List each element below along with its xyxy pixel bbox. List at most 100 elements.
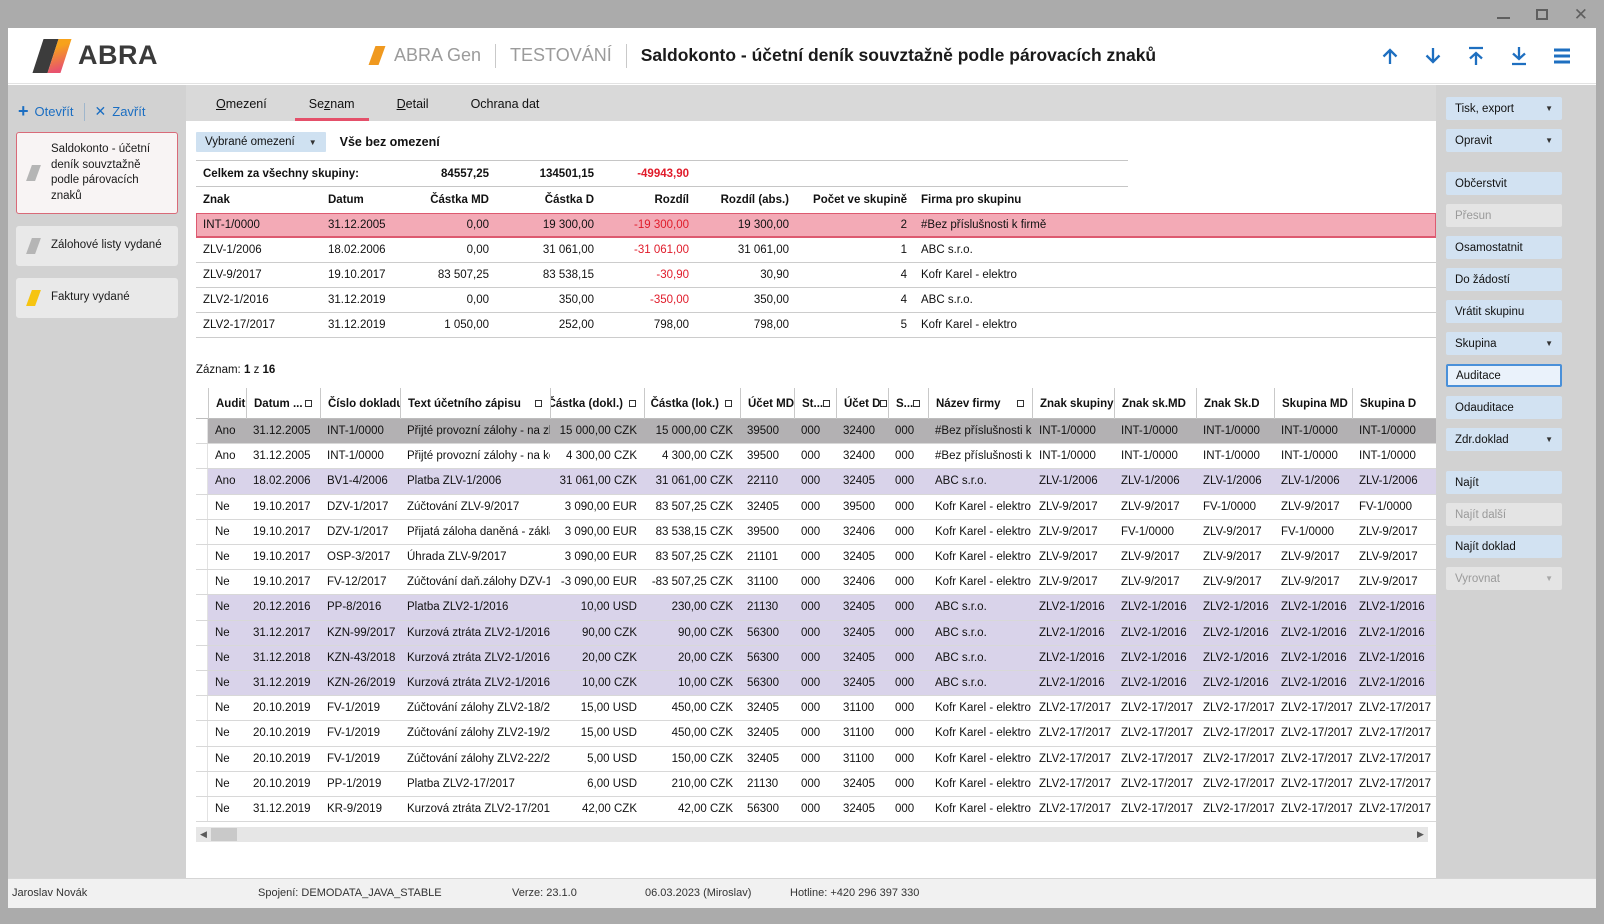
filter-checkbox-icon[interactable] — [913, 400, 920, 407]
close-icon[interactable]: ✕ — [1574, 6, 1588, 23]
column-header-13[interactable]: Znak Sk.D — [1196, 388, 1274, 419]
column-header-10[interactable]: Název firmy — [928, 388, 1032, 419]
journal-row[interactable]: Ne20.10.2019PP-1/2019Platba ZLV2-17/2017… — [196, 772, 1436, 797]
skupina-button[interactable]: Skupina▼ — [1446, 332, 1562, 355]
column-header-5[interactable]: Částka (lok.) — [644, 388, 740, 419]
chevron-down-icon: ▼ — [1545, 136, 1553, 145]
column-header-3[interactable]: Částka D — [496, 187, 601, 213]
arrow-down-icon[interactable] — [1421, 44, 1445, 68]
obcerstvit-button[interactable]: Občerstvit — [1446, 172, 1562, 195]
filter-checkbox-icon[interactable] — [535, 400, 542, 407]
restriction-dropdown[interactable]: Vybrané omezení ▼ — [196, 132, 326, 152]
arrow-up-icon[interactable] — [1378, 44, 1402, 68]
column-header-15[interactable]: Skupina D — [1352, 388, 1436, 419]
journal-row[interactable]: Ano31.12.2005INT-1/0000Přijté provozní z… — [196, 419, 1436, 444]
column-header-2[interactable]: Číslo dokladu — [320, 388, 400, 419]
vyrovnat-button-label: Vyrovnat — [1455, 573, 1500, 585]
row-marker — [196, 419, 208, 443]
column-header-4[interactable]: Částka (dokl.) — [550, 388, 644, 419]
tab-seznam[interactable]: Seznam — [295, 89, 369, 121]
auditace-button[interactable]: Auditace — [1446, 364, 1562, 387]
menu-icon[interactable] — [1550, 44, 1574, 68]
group-row[interactable]: ZLV2-17/201731.12.20191 050,00252,00798,… — [196, 313, 1436, 338]
cell: 000 — [794, 696, 836, 720]
column-header-6[interactable]: Počet ve skupině — [796, 187, 914, 213]
column-header-12[interactable]: Znak sk.MD — [1114, 388, 1196, 419]
column-header-11[interactable]: Znak skupiny — [1032, 388, 1114, 419]
cell: 21130 — [740, 595, 794, 619]
group-row[interactable]: ZLV2-1/201631.12.20190,00350,00-350,0035… — [196, 288, 1436, 313]
column-header-4[interactable]: Rozdíl — [601, 187, 696, 213]
tisk-export-button[interactable]: Tisk, export▼ — [1446, 97, 1562, 120]
journal-row[interactable]: Ne19.10.2017OSP-3/2017Úhrada ZLV-9/20173… — [196, 545, 1436, 570]
cell: Přijté provozní zálohy - na zbo — [400, 419, 550, 443]
scrollbar-thumb[interactable] — [211, 828, 237, 841]
vratit-skupinu-button-label: Vrátit skupinu — [1455, 306, 1524, 318]
group-row[interactable]: ZLV-1/200618.02.20060,0031 061,00-31 061… — [196, 238, 1436, 263]
filter-checkbox-icon[interactable] — [725, 400, 732, 407]
nav-card-1[interactable]: Zálohové listy vydané — [16, 226, 178, 266]
opravit-button[interactable]: Opravit▼ — [1446, 129, 1562, 152]
nav-card-0[interactable]: Saldokonto - účetní deník souvztažně pod… — [16, 132, 178, 214]
scroll-right-icon[interactable]: ▶ — [1413, 827, 1428, 842]
cell: ZLV2-1/2016 — [1032, 621, 1114, 645]
maximize-icon[interactable] — [1536, 9, 1548, 20]
najit-doklad-button[interactable]: Najít doklad — [1446, 535, 1562, 558]
journal-row[interactable]: Ne20.12.2016PP-8/2016Platba ZLV2-1/20161… — [196, 595, 1436, 620]
cell: 000 — [888, 469, 928, 493]
cell: 000 — [794, 797, 836, 821]
cell: 15 000,00 CZK — [550, 419, 644, 443]
arrow-to-bottom-icon[interactable] — [1507, 44, 1531, 68]
tab-detail[interactable]: Detail — [383, 89, 443, 121]
column-header-0[interactable]: Znak — [196, 187, 321, 213]
do-zadosti-button[interactable]: Do žádostí — [1446, 268, 1562, 291]
journal-row[interactable]: Ne31.12.2017KZN-99/2017Kurzová ztráta ZL… — [196, 621, 1436, 646]
column-header-7[interactable]: Firma pro skupinu — [914, 187, 1128, 213]
journal-row[interactable]: Ne19.10.2017DZV-1/2017Přijatá záloha dan… — [196, 520, 1436, 545]
najit-button[interactable]: Najít — [1446, 471, 1562, 494]
osamostatnit-button[interactable]: Osamostatnit — [1446, 236, 1562, 259]
arrow-to-top-icon[interactable] — [1464, 44, 1488, 68]
journal-row[interactable]: Ne20.10.2019FV-1/2019Zúčtování zálohy ZL… — [196, 747, 1436, 772]
column-header-9[interactable]: S... — [888, 388, 928, 419]
restriction-value: Vše bez omezení — [340, 135, 440, 149]
odauditace-button[interactable]: Odauditace — [1446, 396, 1562, 419]
vratit-skupinu-button[interactable]: Vrátit skupinu — [1446, 300, 1562, 323]
column-header-1[interactable]: Datum ... — [246, 388, 320, 419]
journal-row[interactable]: Ne20.10.2019FV-1/2019Zúčtování zálohy ZL… — [196, 721, 1436, 746]
cell: Kofr Karel - elektro — [928, 570, 1032, 594]
journal-row[interactable]: Ne31.12.2019KR-9/2019Kurzová ztráta ZLV2… — [196, 797, 1436, 822]
column-header-6[interactable]: Účet MD — [740, 388, 794, 419]
journal-row[interactable]: Ne19.10.2017DZV-1/2017Zúčtování ZLV-9/20… — [196, 495, 1436, 520]
column-header-3[interactable]: Text účetního zápisu — [400, 388, 550, 419]
journal-row[interactable]: Ne31.12.2019KZN-26/2019Kurzová ztráta ZL… — [196, 671, 1436, 696]
column-header-2[interactable]: Částka MD — [401, 187, 496, 213]
journal-row[interactable]: Ne31.12.2018KZN-43/2018Kurzová ztráta ZL… — [196, 646, 1436, 671]
filter-checkbox-icon[interactable] — [629, 400, 636, 407]
column-header-5[interactable]: Rozdíl (abs.) — [696, 187, 796, 213]
scroll-left-icon[interactable]: ◀ — [196, 827, 211, 842]
journal-row[interactable]: Ne19.10.2017FV-12/2017Zúčtování daň.zálo… — [196, 570, 1436, 595]
column-header-14[interactable]: Skupina MD — [1274, 388, 1352, 419]
journal-row[interactable]: Ne20.10.2019FV-1/2019Zúčtování zálohy ZL… — [196, 696, 1436, 721]
journal-row[interactable]: Ano31.12.2005INT-1/0000Přijté provozní z… — [196, 444, 1436, 469]
tab-ochrana-dat[interactable]: Ochrana dat — [457, 89, 554, 121]
close-tab-button[interactable]: ✕ Zavřít — [95, 103, 146, 120]
open-button[interactable]: + Otevřít — [18, 101, 74, 122]
group-row[interactable]: INT-1/000031.12.20050,0019 300,00-19 300… — [196, 213, 1436, 238]
filter-checkbox-icon[interactable] — [1017, 400, 1024, 407]
filter-checkbox-icon[interactable] — [823, 400, 830, 407]
column-header-1[interactable]: Datum — [321, 187, 401, 213]
group-row[interactable]: ZLV-9/201719.10.201783 507,2583 538,15-3… — [196, 263, 1436, 288]
journal-row[interactable]: Ano18.02.2006BV1-4/2006Platba ZLV-1/2006… — [196, 469, 1436, 494]
column-header-8[interactable]: Účet D — [836, 388, 888, 419]
filter-checkbox-icon[interactable] — [305, 400, 312, 407]
column-header-7[interactable]: St... — [794, 388, 836, 419]
horizontal-scrollbar[interactable]: ◀ ▶ — [196, 827, 1428, 842]
zdr-doklad-button[interactable]: Zdr.doklad▼ — [1446, 428, 1562, 451]
tab-omezen-[interactable]: Omezení — [202, 89, 281, 121]
minimize-icon[interactable] — [1497, 9, 1510, 19]
nav-card-2[interactable]: Faktury vydané — [16, 278, 178, 318]
filter-checkbox-icon[interactable] — [880, 400, 887, 407]
column-header-0[interactable]: Audit — [208, 388, 246, 419]
